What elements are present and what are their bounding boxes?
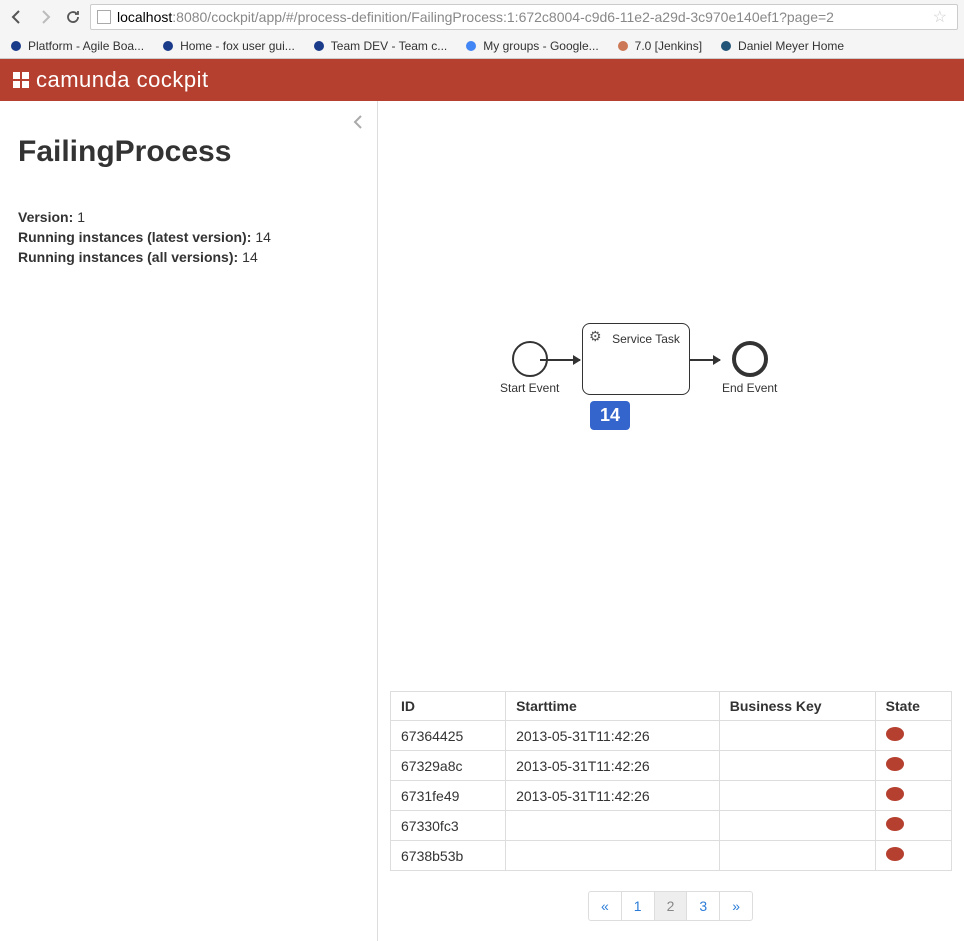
end-event-node[interactable]: End Event — [722, 341, 777, 395]
table-row[interactable]: 67330fc3 — [391, 811, 952, 841]
meta-value: 14 — [242, 249, 258, 265]
end-event-label: End Event — [722, 381, 777, 395]
bookmarks-bar: Platform - Agile Boa... Home - fox user g… — [0, 34, 964, 58]
forward-button[interactable] — [34, 6, 56, 28]
cell-starttime: 2013-05-31T11:42:26 — [506, 781, 720, 811]
instances-table: IDStarttimeBusiness KeyState 67364425201… — [390, 691, 952, 871]
browser-chrome: localhost:8080/cockpit/app/#/process-def… — [0, 0, 964, 59]
page-icon — [97, 10, 111, 24]
state-fail-icon — [886, 787, 904, 801]
sidebar: FailingProcess Version:1 Running instance… — [0, 101, 378, 941]
pagination-page-3[interactable]: 3 — [686, 891, 720, 921]
cell-id: 6731fe49 — [391, 781, 506, 811]
table-header-cell[interactable]: Business Key — [719, 692, 875, 721]
url-bar[interactable]: localhost:8080/cockpit/app/#/process-def… — [90, 4, 958, 30]
reload-button[interactable] — [62, 6, 84, 28]
pagination-next[interactable]: » — [719, 891, 753, 921]
bookmark-item[interactable]: Team DEV - Team c... — [311, 38, 447, 54]
meta-label: Version: — [18, 209, 73, 225]
table-row[interactable]: 6731fe492013-05-31T11:42:26 — [391, 781, 952, 811]
cell-business-key — [719, 721, 875, 751]
meta-label: Running instances (all versions): — [18, 249, 238, 265]
process-title: FailingProcess — [18, 135, 359, 169]
cell-id: 67329a8c — [391, 751, 506, 781]
table-header-cell[interactable]: State — [875, 692, 951, 721]
sequence-flow-1 — [540, 359, 580, 361]
brand-text: camunda cockpit — [36, 67, 209, 93]
pagination-page-1[interactable]: 1 — [621, 891, 655, 921]
meta-row: Running instances (all versions):14 — [18, 249, 359, 265]
bookmark-item[interactable]: My groups - Google... — [463, 38, 598, 54]
meta-row: Running instances (latest version):14 — [18, 229, 359, 245]
meta-value: 1 — [77, 209, 85, 225]
pagination-prev[interactable]: « — [588, 891, 622, 921]
content-area: Start Event ⚙ Service Task 14 End Event — [378, 101, 964, 941]
cell-state — [875, 721, 951, 751]
bookmark-item[interactable]: Home - fox user gui... — [160, 38, 295, 54]
meta-value: 14 — [255, 229, 271, 245]
bpmn-diagram[interactable]: Start Event ⚙ Service Task 14 End Event — [390, 121, 952, 681]
cell-id: 67364425 — [391, 721, 506, 751]
table-row[interactable]: 67329a8c2013-05-31T11:42:26 — [391, 751, 952, 781]
gear-icon: ⚙ — [589, 328, 602, 345]
cell-id: 67330fc3 — [391, 811, 506, 841]
cell-starttime — [506, 811, 720, 841]
cell-starttime: 2013-05-31T11:42:26 — [506, 721, 720, 751]
end-event-circle-icon — [732, 341, 768, 377]
sequence-flow-2 — [690, 359, 720, 361]
table-row[interactable]: 6738b53b — [391, 841, 952, 871]
bookmark-label: My groups - Google... — [483, 39, 598, 53]
cell-starttime: 2013-05-31T11:42:26 — [506, 751, 720, 781]
table-header-cell[interactable]: ID — [391, 692, 506, 721]
cell-state — [875, 811, 951, 841]
bookmark-favicon-icon — [718, 38, 734, 54]
state-fail-icon — [886, 817, 904, 831]
instance-count-badge[interactable]: 14 — [590, 401, 630, 430]
meta-row: Version:1 — [18, 209, 359, 225]
camunda-logo-icon — [12, 71, 30, 89]
table-row[interactable]: 673644252013-05-31T11:42:26 — [391, 721, 952, 751]
bookmark-favicon-icon — [615, 38, 631, 54]
cell-state — [875, 751, 951, 781]
cell-business-key — [719, 841, 875, 871]
cell-state — [875, 781, 951, 811]
state-fail-icon — [886, 757, 904, 771]
bookmark-star-icon[interactable]: ☆ — [929, 7, 951, 27]
cell-id: 6738b53b — [391, 841, 506, 871]
cell-state — [875, 841, 951, 871]
bookmark-favicon-icon — [160, 38, 176, 54]
cell-starttime — [506, 841, 720, 871]
cell-business-key — [719, 811, 875, 841]
bookmark-label: Daniel Meyer Home — [738, 39, 844, 53]
service-task-label: Service Task — [609, 332, 683, 346]
start-event-node[interactable]: Start Event — [500, 341, 559, 395]
pagination-page-2[interactable]: 2 — [654, 891, 688, 921]
collapse-sidebar-button[interactable] — [353, 115, 363, 134]
bookmark-item[interactable]: Platform - Agile Boa... — [8, 38, 144, 54]
bookmark-label: Platform - Agile Boa... — [28, 39, 144, 53]
cell-business-key — [719, 751, 875, 781]
bookmark-favicon-icon — [8, 38, 24, 54]
bookmark-favicon-icon — [311, 38, 327, 54]
state-fail-icon — [886, 847, 904, 861]
bookmark-label: Team DEV - Team c... — [331, 39, 447, 53]
app-header: camunda cockpit — [0, 59, 964, 101]
pagination: «123» — [390, 891, 952, 921]
cell-business-key — [719, 781, 875, 811]
start-event-label: Start Event — [500, 381, 559, 395]
bookmark-item[interactable]: Daniel Meyer Home — [718, 38, 844, 54]
service-task-node[interactable]: ⚙ Service Task — [582, 323, 690, 395]
bookmark-label: 7.0 [Jenkins] — [635, 39, 702, 53]
bookmark-favicon-icon — [463, 38, 479, 54]
table-header-cell[interactable]: Starttime — [506, 692, 720, 721]
meta-label: Running instances (latest version): — [18, 229, 251, 245]
bookmark-label: Home - fox user gui... — [180, 39, 295, 53]
url-text: localhost:8080/cockpit/app/#/process-def… — [117, 9, 834, 25]
bookmark-item[interactable]: 7.0 [Jenkins] — [615, 38, 702, 54]
back-button[interactable] — [6, 6, 28, 28]
process-meta: Version:1 Running instances (latest versi… — [18, 209, 359, 265]
state-fail-icon — [886, 727, 904, 741]
